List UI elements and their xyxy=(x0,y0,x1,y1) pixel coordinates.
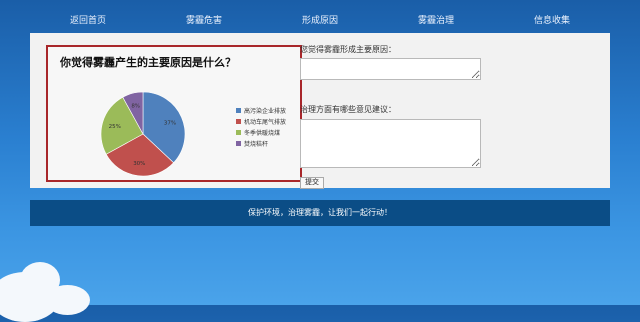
nav-link-info[interactable]: 信息收集 xyxy=(534,13,570,26)
legend-label: 冬季供暖烧煤 xyxy=(244,130,281,137)
legend-swatch xyxy=(236,130,241,135)
chart-legend: 高污染企业排放 机动车尾气排放 冬季供暖烧煤 焚烧秸秆 xyxy=(236,105,286,149)
nav-link-home[interactable]: 返回首页 xyxy=(70,13,106,26)
chart-title: 你觉得雾霾产生的主要原因是什么？ xyxy=(60,56,236,69)
legend-item: 冬季供暖烧煤 xyxy=(236,127,286,138)
legend-swatch xyxy=(236,119,241,124)
content-panel: 你觉得雾霾产生的主要原因是什么？ 37% 30% 25% 8% 高污染企业排放 机动车… xyxy=(30,33,610,189)
pie-slice-label: 30% xyxy=(133,161,145,167)
survey-chart: 你觉得雾霾产生的主要原因是什么？ 37% 30% 25% 8% 高污染企业排放 机动车… xyxy=(46,45,302,182)
submit-button[interactable]: 提交 xyxy=(300,177,324,189)
pie-chart: 37% 30% 25% 8% xyxy=(100,91,186,177)
cloud-decoration xyxy=(45,285,90,315)
pie-slice-label: 37% xyxy=(164,120,176,126)
question1-label: 您觉得雾霾形成主要原因： xyxy=(300,45,396,54)
legend-swatch xyxy=(236,108,241,113)
nav-link-causes[interactable]: 形成原因 xyxy=(302,13,338,26)
pie-slice-label: 25% xyxy=(109,124,121,130)
legend-label: 机动车尾气排放 xyxy=(244,119,287,126)
footer-banner: 保护环境，治理雾霾，让我们一起行动！ xyxy=(30,200,610,226)
question1-textarea[interactable] xyxy=(300,58,481,80)
question2-label: 治理方面有哪些意见建议： xyxy=(300,105,396,114)
legend-label: 高污染企业排放 xyxy=(244,108,287,115)
nav-link-governance[interactable]: 雾霾治理 xyxy=(418,13,454,26)
legend-item: 焚烧秸秆 xyxy=(236,138,286,149)
top-nav: 返回首页 雾霾危害 形成原因 雾霾治理 信息收集 xyxy=(30,8,610,30)
legend-item: 高污染企业排放 xyxy=(236,105,286,116)
legend-swatch xyxy=(236,141,241,146)
nav-link-hazards[interactable]: 雾霾危害 xyxy=(186,13,222,26)
question2-textarea[interactable] xyxy=(300,119,481,168)
pie-slice-label: 8% xyxy=(131,104,140,110)
legend-item: 机动车尾气排放 xyxy=(236,116,286,127)
legend-label: 焚烧秸秆 xyxy=(244,141,269,148)
feedback-form: 您觉得雾霾形成主要原因： 治理方面有哪些意见建议： 提交 xyxy=(300,44,590,189)
